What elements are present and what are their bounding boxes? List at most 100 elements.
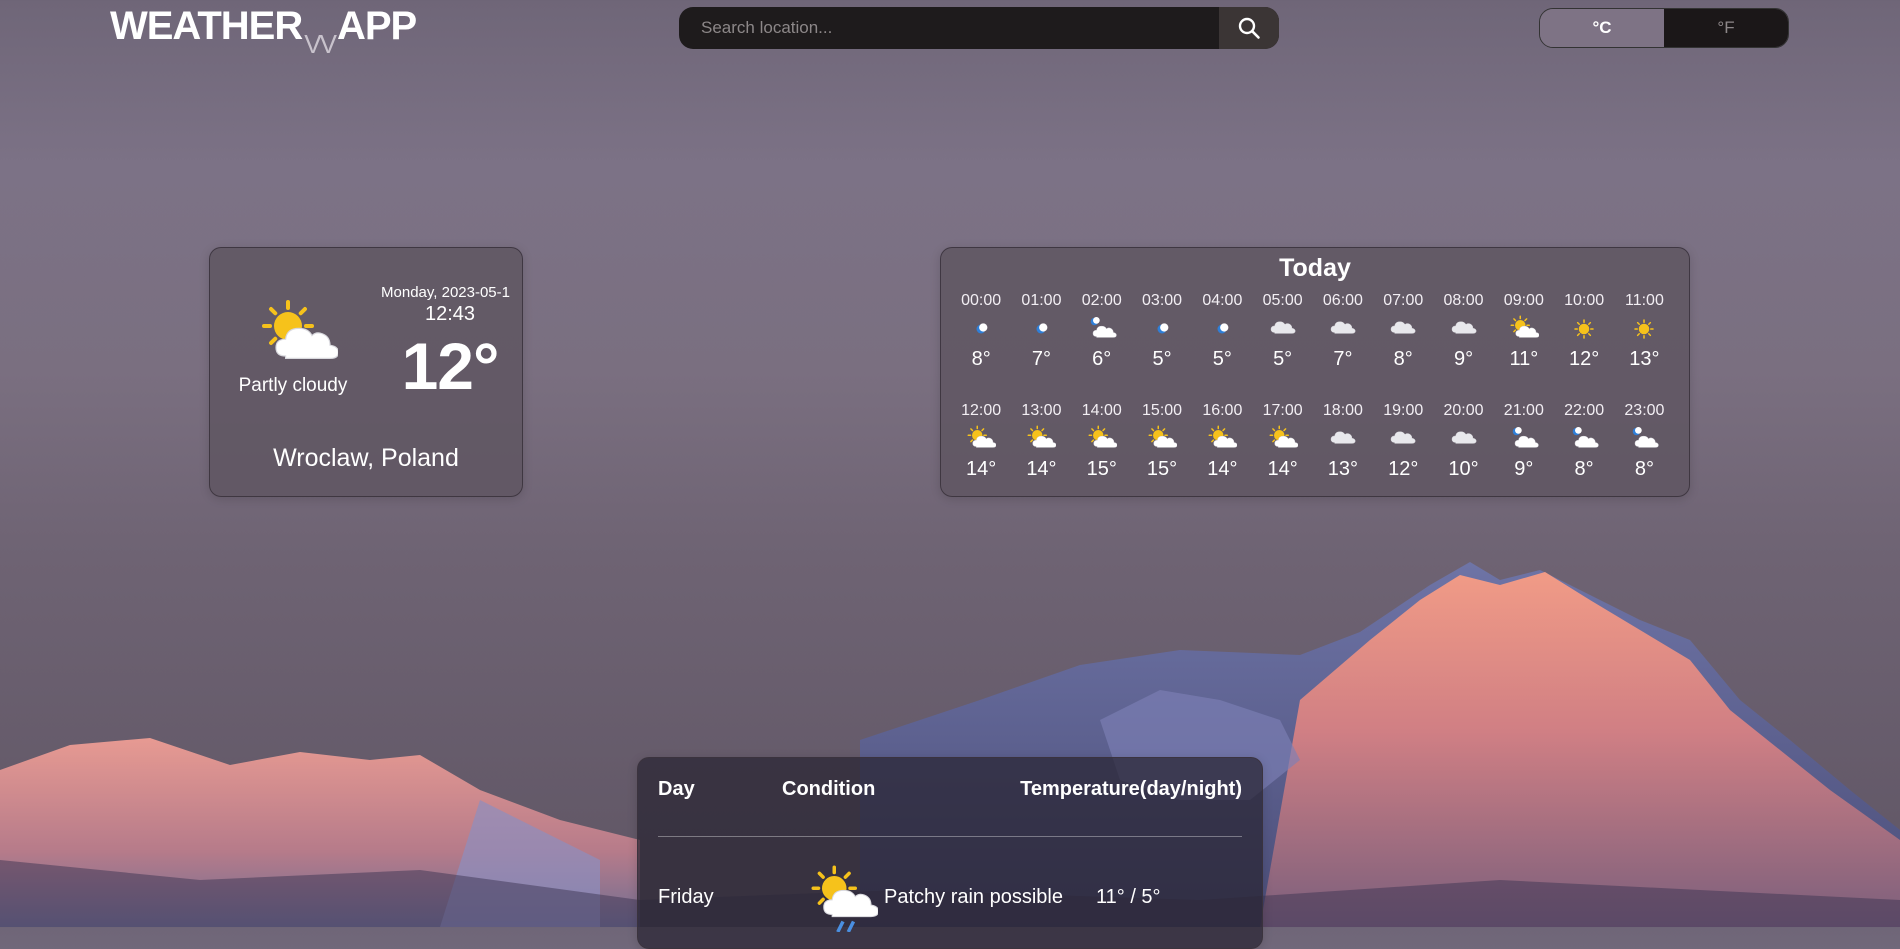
partly-cloudy-night-icon — [1633, 427, 1660, 448]
hour-time: 05:00 — [1262, 292, 1303, 309]
app-logo[interactable]: WEATHERVVAPP — [110, 4, 417, 59]
hourly-item: 13:00 14° — [1011, 402, 1071, 502]
hour-time: 06:00 — [1322, 292, 1363, 309]
hour-time: 09:00 — [1503, 292, 1544, 309]
hour-temperature: 13° — [1629, 348, 1660, 370]
hourly-item: 00:00 8° — [951, 292, 1011, 392]
cloudy-icon — [1330, 321, 1356, 334]
hour-temperature: 13° — [1327, 458, 1359, 480]
hour-time: 21:00 — [1503, 402, 1544, 419]
fahrenheit-button[interactable]: °F — [1664, 9, 1788, 47]
today-forecast-card: Today 00:00 8° 01:00 7° 02:00 6° 03:00 5° 04:00… — [940, 247, 1690, 497]
hourly-item: 22:00 8° — [1554, 402, 1614, 502]
celsius-button[interactable]: °C — [1540, 9, 1664, 47]
hourly-item: 03:00 5° — [1132, 292, 1192, 392]
hour-icon — [1509, 424, 1539, 454]
hourly-item: 11:00 13° — [1614, 292, 1674, 392]
hour-time: 07:00 — [1383, 292, 1424, 309]
cloudy-icon — [1390, 321, 1416, 334]
hour-icon — [1569, 314, 1599, 344]
search-input[interactable] — [679, 7, 1219, 49]
hourly-item: 16:00 14° — [1192, 402, 1252, 502]
hour-temperature: 8° — [1574, 458, 1594, 480]
hour-time: 19:00 — [1383, 402, 1424, 419]
hourly-item: 17:00 14° — [1252, 402, 1312, 502]
hour-temperature: 7° — [1333, 348, 1353, 370]
hour-time: 10:00 — [1564, 292, 1605, 309]
hour-icon — [1147, 424, 1178, 454]
hour-time: 04:00 — [1202, 292, 1243, 309]
hourly-row-1: 00:00 8° 01:00 7° 02:00 6° 03:00 5° 04:00 5° 05:0… — [951, 292, 1679, 392]
current-time: 12:43 — [424, 303, 476, 325]
current-temperature: 12° — [401, 329, 500, 403]
hour-time: 15:00 — [1142, 402, 1183, 419]
hour-temperature: 15° — [1146, 458, 1178, 480]
forecast-header-temperature: Temperature(day/night) — [1020, 778, 1242, 800]
hourly-item: 20:00 10° — [1433, 402, 1493, 502]
search-icon — [1238, 17, 1260, 39]
hour-icon — [1449, 424, 1479, 454]
hour-time: 18:00 — [1322, 402, 1363, 419]
logo-app: APP — [336, 4, 417, 48]
sunny-icon — [1574, 319, 1594, 339]
hourly-item: 07:00 8° — [1373, 292, 1433, 392]
hour-icon — [1026, 314, 1056, 344]
hour-icon — [1388, 314, 1418, 344]
hour-icon — [1629, 424, 1660, 454]
hour-icon — [1569, 424, 1599, 454]
hour-time: 17:00 — [1262, 402, 1303, 419]
cloudy-icon — [1390, 431, 1416, 444]
hour-temperature: 8° — [1393, 348, 1413, 370]
hour-temperature: 14° — [1267, 458, 1298, 480]
hourly-item: 19:00 12° — [1373, 402, 1433, 502]
current-condition: Partly cloudy — [238, 375, 348, 396]
sunny-icon — [1634, 319, 1655, 339]
current-weather-icon — [258, 296, 340, 381]
hour-temperature: 11° — [1509, 348, 1539, 370]
partly-cloudy-night-icon — [1512, 427, 1539, 448]
clear-night-icon — [976, 323, 988, 334]
hour-icon — [1509, 314, 1539, 344]
hourly-item: 08:00 9° — [1433, 292, 1493, 392]
hour-time: 12:00 — [961, 402, 1002, 419]
daily-forecast-table: Day Condition Temperature(day/night) Fri… — [637, 757, 1263, 949]
partly-cloudy-day-icon — [1088, 425, 1117, 448]
logo-vv: VV — [304, 29, 337, 59]
hour-temperature: 7° — [1031, 348, 1051, 370]
hour-icon — [1328, 424, 1358, 454]
hour-icon — [966, 314, 996, 344]
hour-icon — [1268, 314, 1298, 344]
partly-cloudy-day-icon — [1208, 425, 1238, 448]
hour-icon — [1087, 314, 1117, 344]
search-button[interactable] — [1219, 7, 1279, 49]
hourly-item: 05:00 5° — [1252, 292, 1312, 392]
hour-time: 08:00 — [1443, 292, 1484, 309]
cloudy-icon — [1330, 431, 1356, 444]
hour-time: 01:00 — [1021, 292, 1062, 309]
hourly-item: 01:00 7° — [1011, 292, 1071, 392]
logo-weather: WEATHER — [110, 4, 303, 48]
partly-cloudy-night-icon — [1572, 427, 1599, 448]
current-weather-card: Partly cloudy Monday, 2023-05-1 12:43 12… — [209, 247, 523, 497]
clear-night-icon — [1036, 323, 1048, 334]
unit-toggle: °C °F — [1539, 8, 1789, 48]
hour-temperature: 14° — [1026, 458, 1057, 480]
hour-time: 02:00 — [1081, 292, 1122, 309]
hour-temperature: 12° — [1388, 458, 1419, 480]
hour-icon — [1328, 314, 1358, 344]
patchy-rain-icon — [808, 862, 879, 937]
current-location: Wroclaw, Poland — [273, 444, 459, 472]
hour-temperature: 8° — [971, 348, 991, 370]
hourly-item: 14:00 15° — [1072, 402, 1132, 502]
current-date: Monday, 2023-05-1 — [381, 284, 510, 301]
hour-time: 14:00 — [1081, 402, 1122, 419]
hour-temperature: 5° — [1152, 348, 1172, 370]
hour-temperature: 10° — [1448, 458, 1479, 480]
hourly-row-2: 12:00 14° 13:00 14° 14:00 15° 15:00 15° 16:0… — [951, 402, 1679, 502]
hour-temperature: 14° — [966, 458, 997, 480]
partly-cloudy-day-icon — [967, 425, 997, 448]
hour-temperature: 9° — [1514, 458, 1534, 480]
hour-temperature: 9° — [1453, 348, 1474, 370]
hour-icon — [1388, 424, 1418, 454]
cloudy-icon — [1270, 321, 1296, 334]
